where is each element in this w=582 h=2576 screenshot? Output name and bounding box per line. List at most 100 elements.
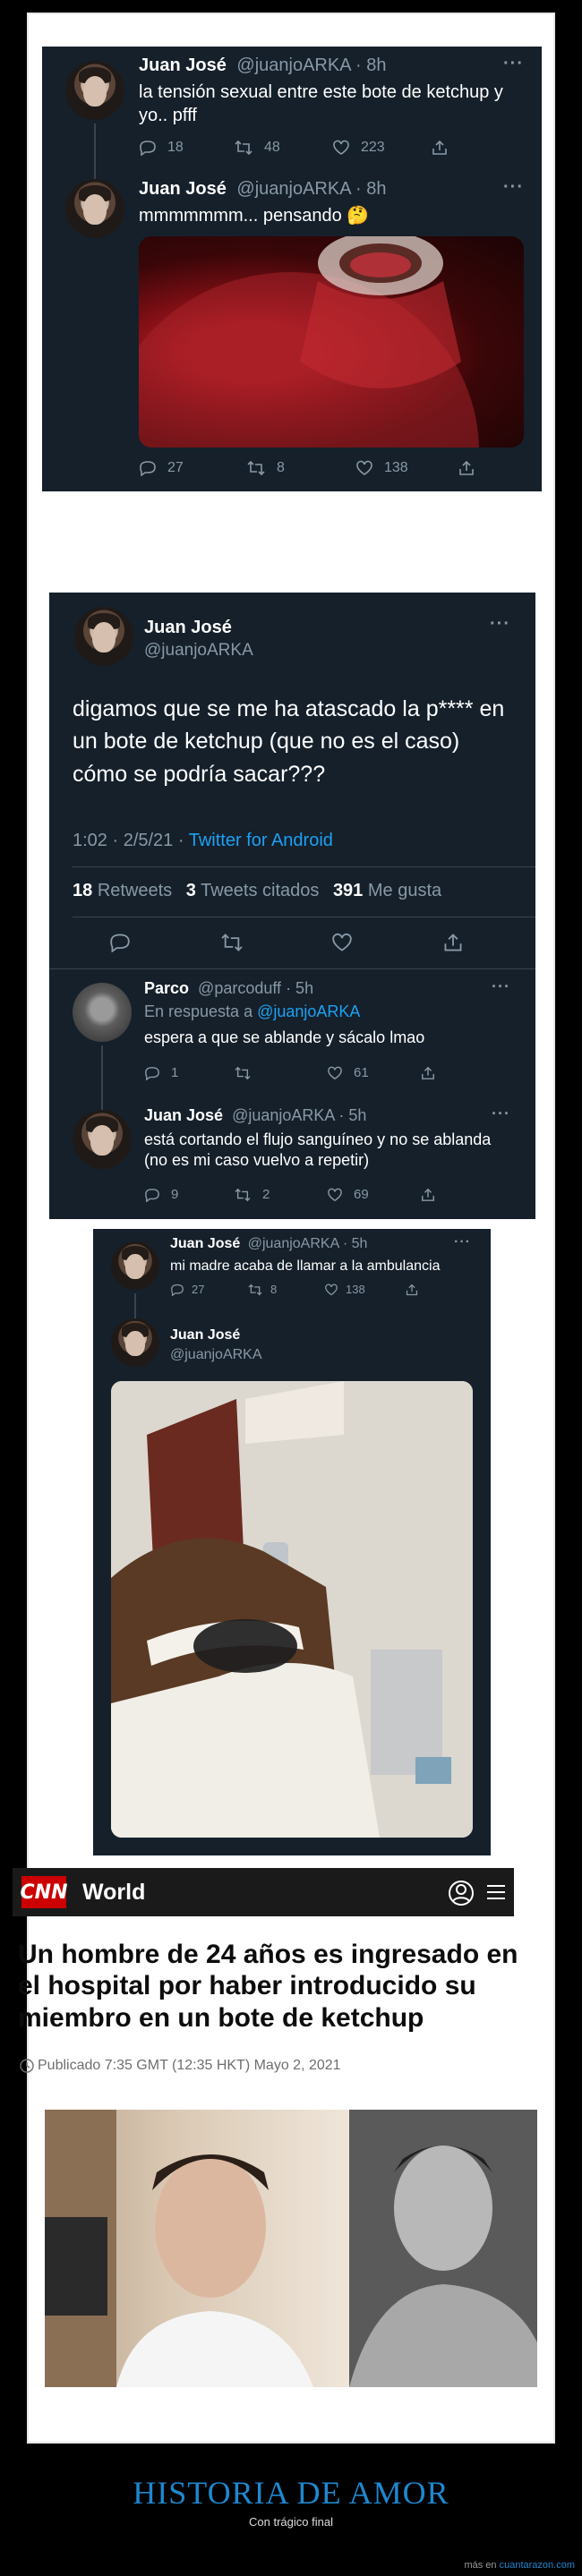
- avatar[interactable]: [73, 983, 132, 1042]
- retweet-icon: [221, 934, 243, 951]
- tweet-panel-2: Juan José @juanjoARKA ··· digamos que se…: [49, 593, 535, 1219]
- share-icon: [444, 934, 462, 951]
- share-button[interactable]: [431, 140, 449, 156]
- user-handle[interactable]: @juanjoARKA: [170, 1347, 262, 1363]
- man-selfie-photo[interactable]: [349, 2110, 537, 2387]
- retweet-button[interactable]: 48: [234, 140, 332, 156]
- retweet-button[interactable]: [234, 1065, 327, 1080]
- retweets-count[interactable]: 18: [73, 881, 92, 900]
- avatar[interactable]: [65, 179, 124, 238]
- more-icon[interactable]: ···: [503, 177, 524, 198]
- user-name[interactable]: Juan José: [144, 618, 232, 637]
- divider: [49, 968, 535, 969]
- reply-button[interactable]: 27: [170, 1283, 247, 1296]
- tweet-source-link[interactable]: Twitter for Android: [189, 831, 333, 850]
- user-handle[interactable]: @juanjoARKA: [236, 55, 350, 75]
- reply-button[interactable]: [108, 933, 219, 952]
- share-icon: [422, 1188, 434, 1201]
- cnn-header: CNN World: [13, 1868, 514, 1916]
- user-handle[interactable]: @juanjoARKA: [248, 1236, 339, 1251]
- user-name[interactable]: Juan José: [139, 55, 227, 75]
- retweet-icon: [235, 1066, 251, 1079]
- man-portrait-photo[interactable]: [45, 2110, 349, 2387]
- like-button[interactable]: 69: [327, 1187, 420, 1202]
- tweet-text: mmmmmmm... pensando 🤔: [139, 206, 370, 226]
- more-icon[interactable]: ···: [503, 54, 524, 74]
- reply-button[interactable]: 1: [144, 1065, 234, 1080]
- like-count: 69: [354, 1187, 369, 1202]
- share-button[interactable]: [441, 933, 465, 952]
- like-button[interactable]: 223: [332, 140, 431, 156]
- reply-button[interactable]: 9: [144, 1187, 234, 1202]
- like-button[interactable]: 138: [324, 1283, 405, 1296]
- cnn-logo[interactable]: CNN: [21, 1876, 68, 1908]
- avatar[interactable]: [74, 607, 133, 666]
- tweet-timestamp[interactable]: 1:02 · 2/5/21 ·: [73, 831, 189, 850]
- hospital-wristband-photo[interactable]: [111, 1381, 473, 1838]
- site-link[interactable]: cuantarazon.com: [500, 2560, 575, 2571]
- tweet-time[interactable]: · 5h: [343, 1236, 368, 1251]
- reply-to-handle[interactable]: @juanjoARKA: [257, 1002, 360, 1020]
- avatar[interactable]: [65, 61, 124, 120]
- share-button[interactable]: [420, 1065, 436, 1080]
- user-handle[interactable]: @juanjoARKA: [232, 1106, 334, 1124]
- menu-icon[interactable]: [485, 1881, 507, 1903]
- like-button[interactable]: 138: [355, 460, 458, 476]
- tweet-time[interactable]: · 5h: [286, 979, 313, 997]
- share-button[interactable]: [458, 460, 475, 476]
- quotes-count[interactable]: 3: [186, 881, 196, 900]
- reply-count: 27: [167, 460, 184, 475]
- like-button[interactable]: [330, 933, 441, 952]
- share-button[interactable]: [405, 1283, 419, 1296]
- reply-button[interactable]: 27: [139, 460, 246, 476]
- more-icon[interactable]: ···: [492, 1105, 510, 1123]
- share-button[interactable]: [420, 1187, 436, 1202]
- tweet-panel-1: Juan José @juanjoARKA · 8h ··· la tensió…: [42, 47, 542, 491]
- wristband-scene: [111, 1381, 473, 1838]
- site-credit: más en cuantarazon.com: [464, 2560, 575, 2571]
- user-name[interactable]: Juan José: [170, 1327, 240, 1343]
- cnn-headline[interactable]: Un hombre de 24 años es ingresado en el …: [18, 1939, 519, 2034]
- reply-to-prefix: En respuesta a: [144, 1002, 258, 1020]
- user-handle[interactable]: @parcoduff: [198, 979, 281, 997]
- retweet-button[interactable]: 8: [246, 460, 355, 476]
- quotes-label[interactable]: Tweets citados: [201, 881, 319, 900]
- ketchup-bottle-photo[interactable]: [139, 236, 524, 448]
- retweet-icon: [248, 1284, 262, 1295]
- like-count: 138: [346, 1283, 365, 1296]
- user-name[interactable]: Juan José: [170, 1236, 240, 1251]
- like-button[interactable]: 61: [327, 1065, 420, 1080]
- retweet-button[interactable]: [219, 933, 330, 952]
- likes-count[interactable]: 391: [333, 881, 363, 900]
- likes-label[interactable]: Me gusta: [368, 881, 441, 900]
- avatar[interactable]: [111, 1318, 159, 1367]
- cnn-section-title[interactable]: World: [82, 1880, 145, 1906]
- tweet-text: digamos que se me ha atascado la p**** e…: [73, 696, 505, 787]
- reply-button[interactable]: 18: [139, 140, 234, 156]
- retweets-label[interactable]: Retweets: [98, 881, 172, 900]
- user-name[interactable]: Juan José: [139, 179, 227, 199]
- avatar[interactable]: [73, 1110, 132, 1169]
- retweet-button[interactable]: 8: [247, 1283, 324, 1296]
- like-icon: [356, 460, 372, 475]
- tweet-text: está cortando el flujo sanguíneo y no se…: [144, 1130, 492, 1169]
- avatar[interactable]: [111, 1241, 159, 1290]
- reply-icon: [110, 934, 130, 952]
- like-icon: [332, 933, 352, 951]
- tweet-time[interactable]: · 8h: [355, 55, 386, 75]
- more-icon[interactable]: ···: [454, 1234, 471, 1250]
- user-handle[interactable]: @juanjoARKA: [144, 641, 253, 661]
- more-icon[interactable]: ···: [490, 614, 510, 635]
- tweet-time[interactable]: · 8h: [355, 179, 386, 199]
- tweet-time[interactable]: · 5h: [338, 1106, 366, 1124]
- retweet-count: 48: [264, 140, 280, 155]
- user-handle[interactable]: @juanjoARKA: [236, 179, 350, 199]
- more-icon[interactable]: ···: [492, 977, 510, 996]
- account-icon[interactable]: [448, 1880, 475, 1906]
- user-name[interactable]: Parco: [144, 979, 189, 997]
- user-name[interactable]: Juan José: [144, 1106, 223, 1124]
- like-count: 61: [354, 1065, 369, 1080]
- retweet-button[interactable]: 2: [234, 1187, 327, 1202]
- reply-count: 9: [171, 1187, 179, 1202]
- reply-count: 1: [171, 1065, 179, 1080]
